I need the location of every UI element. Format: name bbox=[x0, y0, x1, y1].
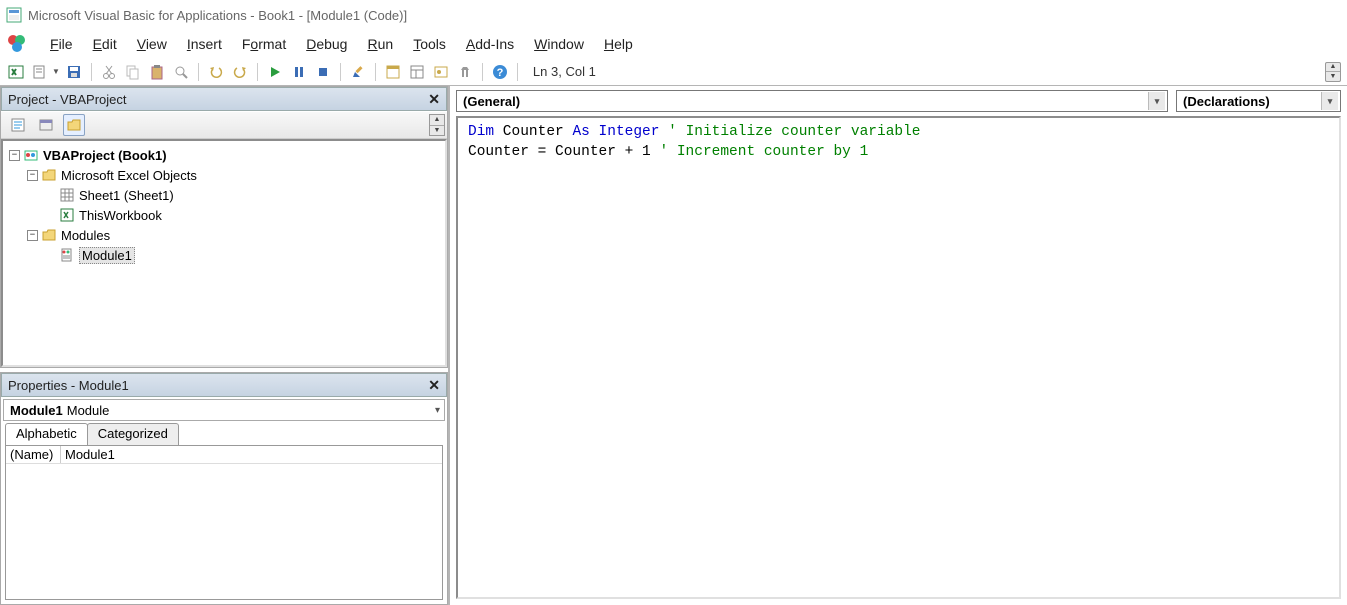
design-mode-icon[interactable] bbox=[348, 62, 368, 82]
view-object-icon[interactable] bbox=[35, 114, 57, 136]
dropdown-icon[interactable]: ▾ bbox=[1321, 92, 1338, 110]
properties-panel-title: Properties - Module1 bbox=[8, 378, 129, 393]
tree-excel-objects[interactable]: − Microsoft Excel Objects bbox=[5, 165, 443, 185]
properties-panel-header: Properties - Module1 ✕ bbox=[1, 373, 447, 397]
menu-bar: File Edit View Insert Format Debug Run T… bbox=[0, 30, 1347, 58]
insert-dropdown-icon[interactable]: ▼ bbox=[52, 67, 60, 76]
folder-icon bbox=[41, 167, 57, 183]
property-value[interactable]: Module1 bbox=[61, 446, 442, 463]
tree-project-root[interactable]: − VBAProject (Book1) bbox=[5, 145, 443, 165]
properties-object-selector[interactable]: Module1 Module ▾ bbox=[3, 399, 445, 421]
dropdown-icon[interactable]: ▾ bbox=[1148, 92, 1165, 110]
project-toolbar-overflow-icon[interactable]: ▲▼ bbox=[429, 114, 445, 136]
title-bar: Microsoft Visual Basic for Applications … bbox=[0, 0, 1347, 30]
folder-icon bbox=[41, 227, 57, 243]
tree-thisworkbook[interactable]: ThisWorkbook bbox=[5, 205, 443, 225]
standard-toolbar: ▼ ? Ln 3, Col 1 ▲▼ bbox=[0, 58, 1347, 86]
help-icon[interactable]: ? bbox=[490, 62, 510, 82]
worksheet-icon bbox=[59, 187, 75, 203]
tree-modules-folder[interactable]: − Modules bbox=[5, 225, 443, 245]
view-excel-icon[interactable] bbox=[6, 62, 26, 82]
redo-icon[interactable] bbox=[230, 62, 250, 82]
properties-object-name: Module1 bbox=[10, 403, 63, 418]
paste-icon[interactable] bbox=[147, 62, 167, 82]
save-icon[interactable] bbox=[64, 62, 84, 82]
property-row[interactable]: (Name) Module1 bbox=[6, 446, 442, 464]
tree-label: Sheet1 (Sheet1) bbox=[79, 188, 174, 203]
properties-panel-close-icon[interactable]: ✕ bbox=[428, 377, 440, 394]
procedure-dropdown-value: (Declarations) bbox=[1183, 94, 1270, 109]
project-toolbar: ▲▼ bbox=[1, 111, 447, 139]
dropdown-icon[interactable]: ▾ bbox=[435, 405, 440, 416]
module-icon bbox=[59, 247, 75, 263]
properties-tabs: Alphabetic Categorized bbox=[1, 423, 447, 445]
collapse-icon[interactable]: − bbox=[27, 230, 38, 241]
find-icon[interactable] bbox=[171, 62, 191, 82]
tree-label: Modules bbox=[61, 228, 110, 243]
object-dropdown-value: (General) bbox=[463, 94, 520, 109]
collapse-icon[interactable]: − bbox=[27, 170, 38, 181]
toolbox-icon[interactable] bbox=[455, 62, 475, 82]
copy-icon[interactable] bbox=[123, 62, 143, 82]
menu-view[interactable]: View bbox=[127, 32, 177, 56]
break-icon[interactable] bbox=[289, 62, 309, 82]
menu-run[interactable]: Run bbox=[357, 32, 403, 56]
tree-sheet1[interactable]: Sheet1 (Sheet1) bbox=[5, 185, 443, 205]
menu-insert[interactable]: Insert bbox=[177, 32, 232, 56]
tree-label: Module1 bbox=[79, 247, 135, 264]
project-tree[interactable]: − VBAProject (Book1) − Microsoft Excel O… bbox=[1, 139, 447, 367]
properties-object-type: Module bbox=[67, 403, 110, 418]
code-pane: (General) ▾ (Declarations) ▾ Dim Counter… bbox=[450, 86, 1347, 605]
window-title: Microsoft Visual Basic for Applications … bbox=[28, 8, 407, 23]
menu-debug[interactable]: Debug bbox=[296, 32, 357, 56]
menu-edit[interactable]: Edit bbox=[83, 32, 127, 56]
code-editor[interactable]: Dim Counter As Integer ' Initialize coun… bbox=[456, 116, 1341, 599]
project-explorer-icon[interactable] bbox=[383, 62, 403, 82]
toolbar-overflow-icon[interactable]: ▲▼ bbox=[1325, 62, 1341, 82]
run-icon[interactable] bbox=[265, 62, 285, 82]
properties-window-icon[interactable] bbox=[407, 62, 427, 82]
project-panel-close-icon[interactable]: ✕ bbox=[428, 91, 440, 108]
tree-label: VBAProject (Book1) bbox=[43, 148, 167, 163]
menu-window[interactable]: Window bbox=[524, 32, 594, 56]
object-dropdown[interactable]: (General) ▾ bbox=[456, 90, 1168, 112]
cut-icon[interactable] bbox=[99, 62, 119, 82]
tree-module1[interactable]: Module1 bbox=[5, 245, 443, 265]
collapse-icon[interactable]: − bbox=[9, 150, 20, 161]
project-icon bbox=[23, 147, 39, 163]
cursor-position: Ln 3, Col 1 bbox=[533, 64, 596, 79]
view-code-icon[interactable] bbox=[7, 114, 29, 136]
project-panel-title: Project - VBAProject bbox=[8, 92, 127, 107]
toggle-folders-icon[interactable] bbox=[63, 114, 85, 136]
procedure-dropdown[interactable]: (Declarations) ▾ bbox=[1176, 90, 1341, 112]
tab-categorized[interactable]: Categorized bbox=[87, 423, 179, 445]
project-panel-header: Project - VBAProject ✕ bbox=[1, 87, 447, 111]
vba-app-icon bbox=[6, 7, 22, 23]
menu-addins[interactable]: Add-Ins bbox=[456, 32, 524, 56]
vba-menu-icon bbox=[6, 32, 30, 56]
property-name: (Name) bbox=[6, 446, 61, 463]
properties-grid[interactable]: (Name) Module1 bbox=[5, 445, 443, 600]
workbook-icon bbox=[59, 207, 75, 223]
project-explorer-panel: Project - VBAProject ✕ ▲▼ − VBAProject (… bbox=[0, 86, 448, 368]
menu-file[interactable]: File bbox=[40, 32, 83, 56]
reset-icon[interactable] bbox=[313, 62, 333, 82]
menu-tools[interactable]: Tools bbox=[403, 32, 456, 56]
menu-format[interactable]: Format bbox=[232, 32, 296, 56]
properties-panel: Properties - Module1 ✕ Module1 Module ▾ … bbox=[0, 372, 448, 605]
object-browser-icon[interactable] bbox=[431, 62, 451, 82]
menu-help[interactable]: Help bbox=[594, 32, 643, 56]
insert-module-icon[interactable] bbox=[30, 62, 50, 82]
tree-label: Microsoft Excel Objects bbox=[61, 168, 197, 183]
tab-alphabetic[interactable]: Alphabetic bbox=[5, 423, 88, 445]
undo-icon[interactable] bbox=[206, 62, 226, 82]
tree-label: ThisWorkbook bbox=[79, 208, 162, 223]
svg-text:?: ? bbox=[497, 67, 504, 79]
